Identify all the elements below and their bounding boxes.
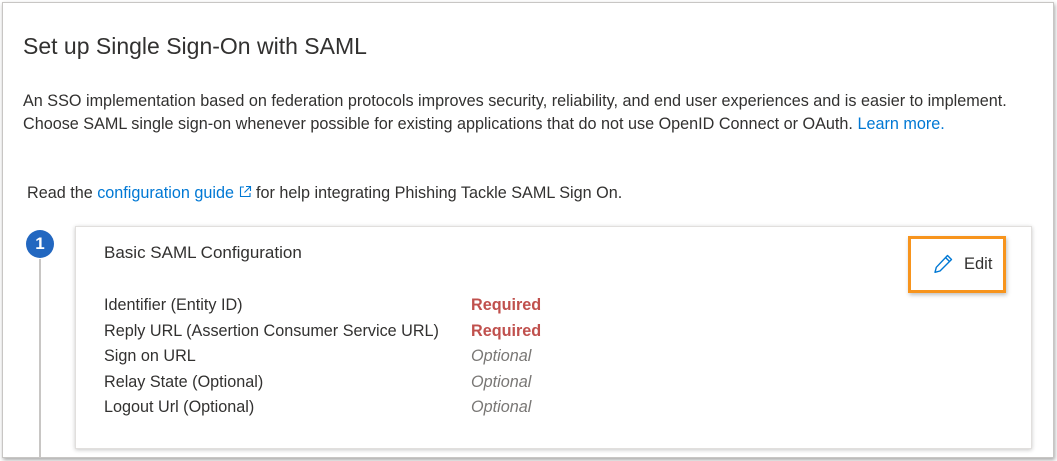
- configuration-guide-link[interactable]: configuration guide: [97, 184, 234, 202]
- field-label-identifier: Identifier (Entity ID): [104, 296, 243, 314]
- pencil-icon: [934, 254, 953, 273]
- field-status-logout-url: Optional: [471, 398, 532, 416]
- field-status-relay-state: Optional: [471, 373, 532, 391]
- step-connector-line: [39, 259, 41, 457]
- learn-more-link[interactable]: Learn more.: [857, 115, 944, 133]
- page-title: Set up Single Sign-On with SAML: [23, 33, 367, 59]
- step-number-badge: 1: [26, 230, 54, 258]
- external-link-icon[interactable]: [238, 185, 252, 199]
- field-status-sign-on-url: Optional: [471, 347, 532, 365]
- saml-setup-panel: Set up Single Sign-On with SAML An SSO i…: [2, 2, 1054, 458]
- field-status-identifier: Required: [471, 296, 542, 314]
- field-label-logout-url: Logout Url (Optional): [104, 398, 255, 416]
- edit-button[interactable]: Edit: [932, 253, 992, 275]
- basic-saml-configuration-card: Basic SAML Configuration Edit Identifier…: [75, 226, 1032, 449]
- field-status-reply-url: Required: [471, 322, 542, 340]
- card-title: Basic SAML Configuration: [104, 243, 302, 262]
- field-label-reply-url: Reply URL (Assertion Consumer Service UR…: [104, 322, 439, 340]
- field-label-relay-state: Relay State (Optional): [104, 373, 264, 391]
- configuration-guide-line: Read the configuration guide for help int…: [27, 184, 622, 203]
- edit-label: Edit: [964, 254, 993, 273]
- guide-suffix: for help integrating Phishing Tackle SAM…: [256, 184, 623, 202]
- field-label-sign-on-url: Sign on URL: [104, 347, 196, 365]
- intro-paragraph: An SSO implementation based on federatio…: [23, 90, 1053, 136]
- guide-prefix: Read the: [27, 184, 93, 202]
